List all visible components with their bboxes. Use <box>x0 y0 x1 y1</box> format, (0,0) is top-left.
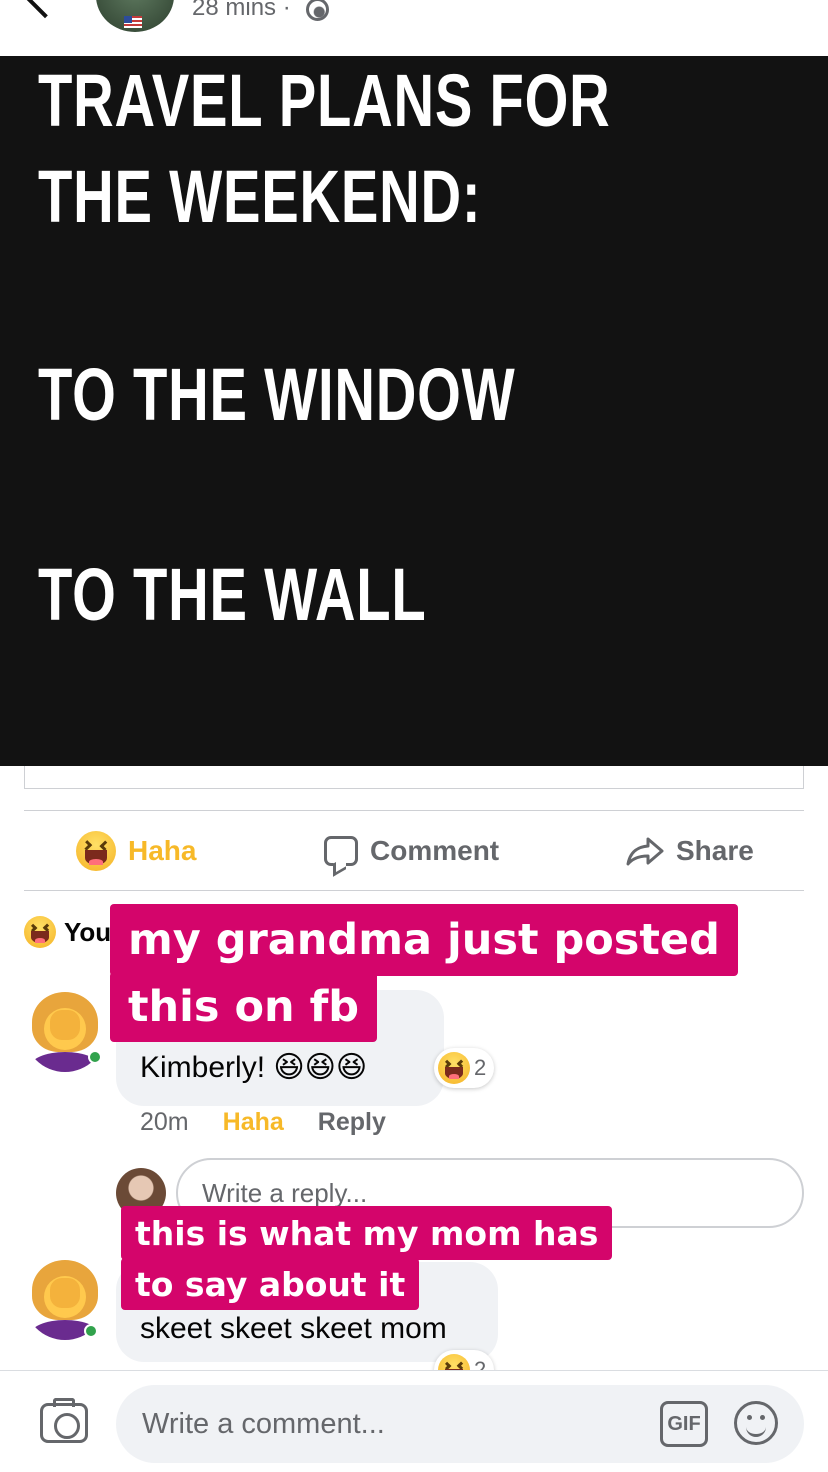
camera-icon[interactable] <box>40 1398 88 1443</box>
meme-line: THE WEEKEND: <box>38 155 482 238</box>
meme-line: TRAVEL PLANS FOR <box>38 59 611 142</box>
divider <box>24 890 804 891</box>
comment-composer: Write a comment... GIF <box>0 1370 828 1472</box>
post-image[interactable]: TRAVEL PLANS FOR THE WEEKEND: TO THE WIN… <box>0 56 828 766</box>
post-header: 28 mins · <box>0 0 828 56</box>
comment-reaction-count[interactable]: 2 <box>434 1048 495 1088</box>
comment-button[interactable]: Comment <box>324 830 499 872</box>
comment-meta: 20m Haha Reply <box>140 1108 420 1137</box>
comment-haha-link[interactable]: Haha <box>223 1108 284 1137</box>
divider <box>24 810 804 811</box>
haha-emoji-icon <box>24 916 56 948</box>
reaction-you: You <box>64 916 112 947</box>
gif-icon[interactable]: GIF <box>660 1401 708 1447</box>
share-label: Share <box>676 835 754 866</box>
comment-reply-link[interactable]: Reply <box>318 1108 386 1137</box>
caption-line: this on fb <box>110 972 378 1042</box>
haha-label: Haha <box>128 835 197 866</box>
reaction-summary[interactable]: You <box>24 914 111 950</box>
caption-line: to say about it <box>121 1258 420 1310</box>
comment-time[interactable]: 20m <box>140 1108 189 1137</box>
online-status-icon <box>84 1324 98 1338</box>
post-frame <box>24 766 804 789</box>
back-arrow-icon[interactable] <box>23 0 67 19</box>
comment-text: skeet skeet skeet mom <box>140 1312 447 1345</box>
caption-line: this is what my mom has <box>121 1206 613 1260</box>
caption-line: my grandma just posted <box>110 904 738 976</box>
haha-emoji-icon <box>76 831 116 871</box>
emoji-picker-icon[interactable] <box>734 1401 778 1445</box>
comment-label: Comment <box>370 835 500 866</box>
globe-icon <box>306 0 329 21</box>
us-flag-icon <box>124 16 142 28</box>
share-icon <box>626 837 664 866</box>
haha-button[interactable]: Haha <box>76 830 196 872</box>
online-status-icon <box>88 1050 102 1064</box>
share-button[interactable]: Share <box>626 830 754 872</box>
comment-text: Kimberly! 😆😆😆 <box>140 1051 368 1084</box>
comment-icon <box>324 836 358 866</box>
haha-emoji-icon <box>438 1052 470 1084</box>
post-time[interactable]: 28 mins · <box>192 0 291 22</box>
meme-line: TO THE WINDOW <box>38 353 516 436</box>
meme-line: TO THE WALL <box>38 553 427 636</box>
